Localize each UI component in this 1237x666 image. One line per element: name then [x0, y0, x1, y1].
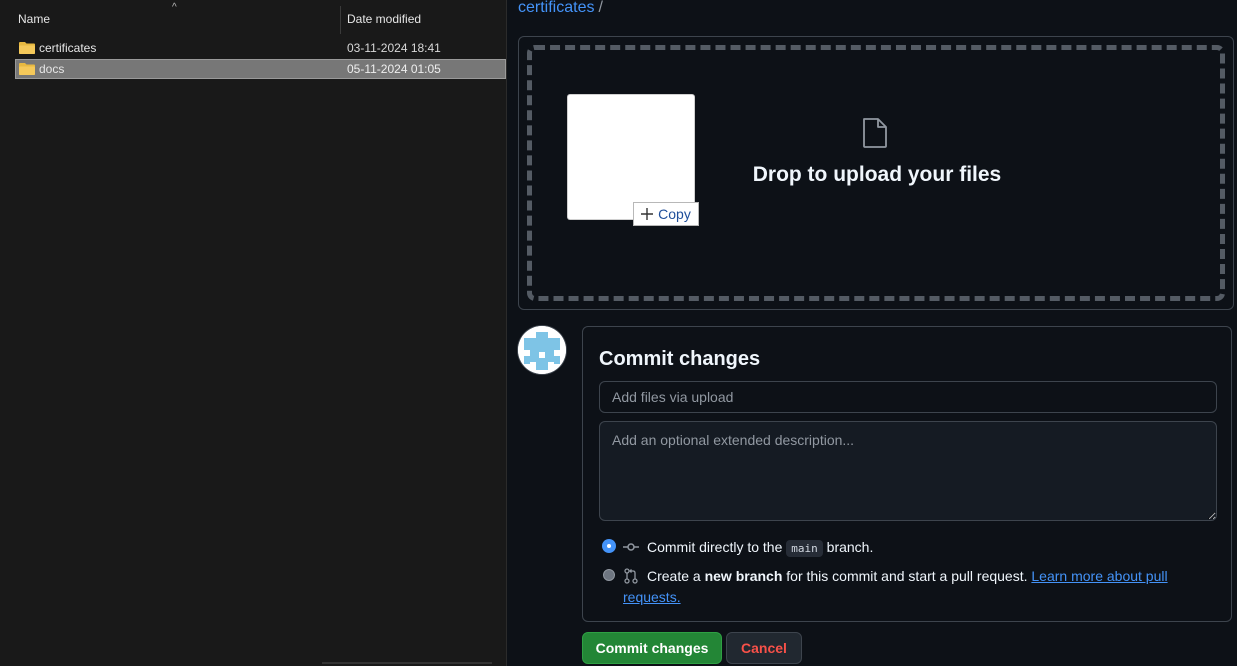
avatar[interactable] — [518, 326, 566, 374]
file-icon — [863, 118, 887, 148]
branch-name-pill: main — [786, 540, 823, 557]
option-direct-prefix: Commit directly to the — [647, 539, 783, 555]
option-direct-suffix: branch. — [826, 539, 874, 555]
commit-option-direct[interactable]: Commit directly to the main branch. — [599, 537, 1199, 557]
column-header: ^ Name Date modified — [0, 0, 506, 36]
upload-dropzone[interactable]: Copy Drop to upload your files — [518, 36, 1234, 310]
plus-icon — [641, 208, 654, 220]
file-date: 03-11-2024 18:41 — [347, 41, 441, 55]
cancel-button[interactable]: Cancel — [726, 632, 802, 664]
column-name-header[interactable]: Name — [18, 12, 50, 26]
file-date: 05-11-2024 01:05 — [347, 62, 441, 76]
column-date-header[interactable]: Date modified — [347, 12, 421, 26]
commit-description-input[interactable] — [599, 421, 1217, 521]
learn-more-link-continued[interactable]: requests. — [623, 587, 681, 607]
copy-label: Copy — [658, 206, 691, 222]
git-pull-request-icon — [624, 568, 638, 584]
file-explorer: ^ Name Date modified certificates 03-11-… — [0, 0, 506, 666]
option-new-bold: new branch — [704, 568, 783, 584]
commit-changes-button[interactable]: Commit changes — [582, 632, 722, 664]
commit-option-new-branch[interactable]: Create a new branch for this commit and … — [599, 566, 1219, 608]
learn-more-link[interactable]: Learn more about pull — [1031, 568, 1167, 584]
folder-icon — [19, 42, 35, 54]
git-commit-icon — [623, 543, 639, 551]
column-divider[interactable] — [340, 6, 341, 34]
commit-summary-input[interactable] — [599, 381, 1217, 413]
github-upload-page: certificates / Copy Drop to upload your f… — [507, 0, 1237, 666]
commit-option-new-branch-text: Create a new branch for this commit and … — [647, 566, 1168, 586]
file-row-docs[interactable]: docs 05-11-2024 01:05 — [15, 59, 506, 79]
sort-ascending-icon[interactable]: ^ — [172, 2, 177, 13]
breadcrumb-folder-link[interactable]: certificates — [518, 0, 594, 16]
commit-option-direct-text: Commit directly to the main branch. — [647, 537, 873, 559]
drag-copy-tooltip: Copy — [633, 202, 699, 226]
radio-direct-commit[interactable] — [603, 540, 615, 552]
option-new-middle: for this commit and start a pull request… — [786, 568, 1028, 584]
breadcrumb: certificates / — [518, 0, 603, 17]
drag-preview — [568, 95, 694, 219]
file-row-certificates[interactable]: certificates 03-11-2024 18:41 — [15, 38, 506, 58]
breadcrumb-separator: / — [598, 0, 603, 16]
commit-panel: Commit changes Commit directly to the ma… — [582, 326, 1232, 622]
folder-icon — [19, 63, 35, 75]
option-new-prefix: Create a — [647, 568, 701, 584]
identicon-icon — [518, 326, 566, 374]
file-name: docs — [39, 62, 65, 76]
file-name: certificates — [39, 41, 97, 55]
commit-title: Commit changes — [599, 348, 761, 370]
dropzone-message: Drop to upload your files — [752, 163, 1002, 186]
horizontal-scrollbar[interactable] — [322, 662, 492, 664]
radio-new-branch[interactable] — [603, 569, 615, 581]
